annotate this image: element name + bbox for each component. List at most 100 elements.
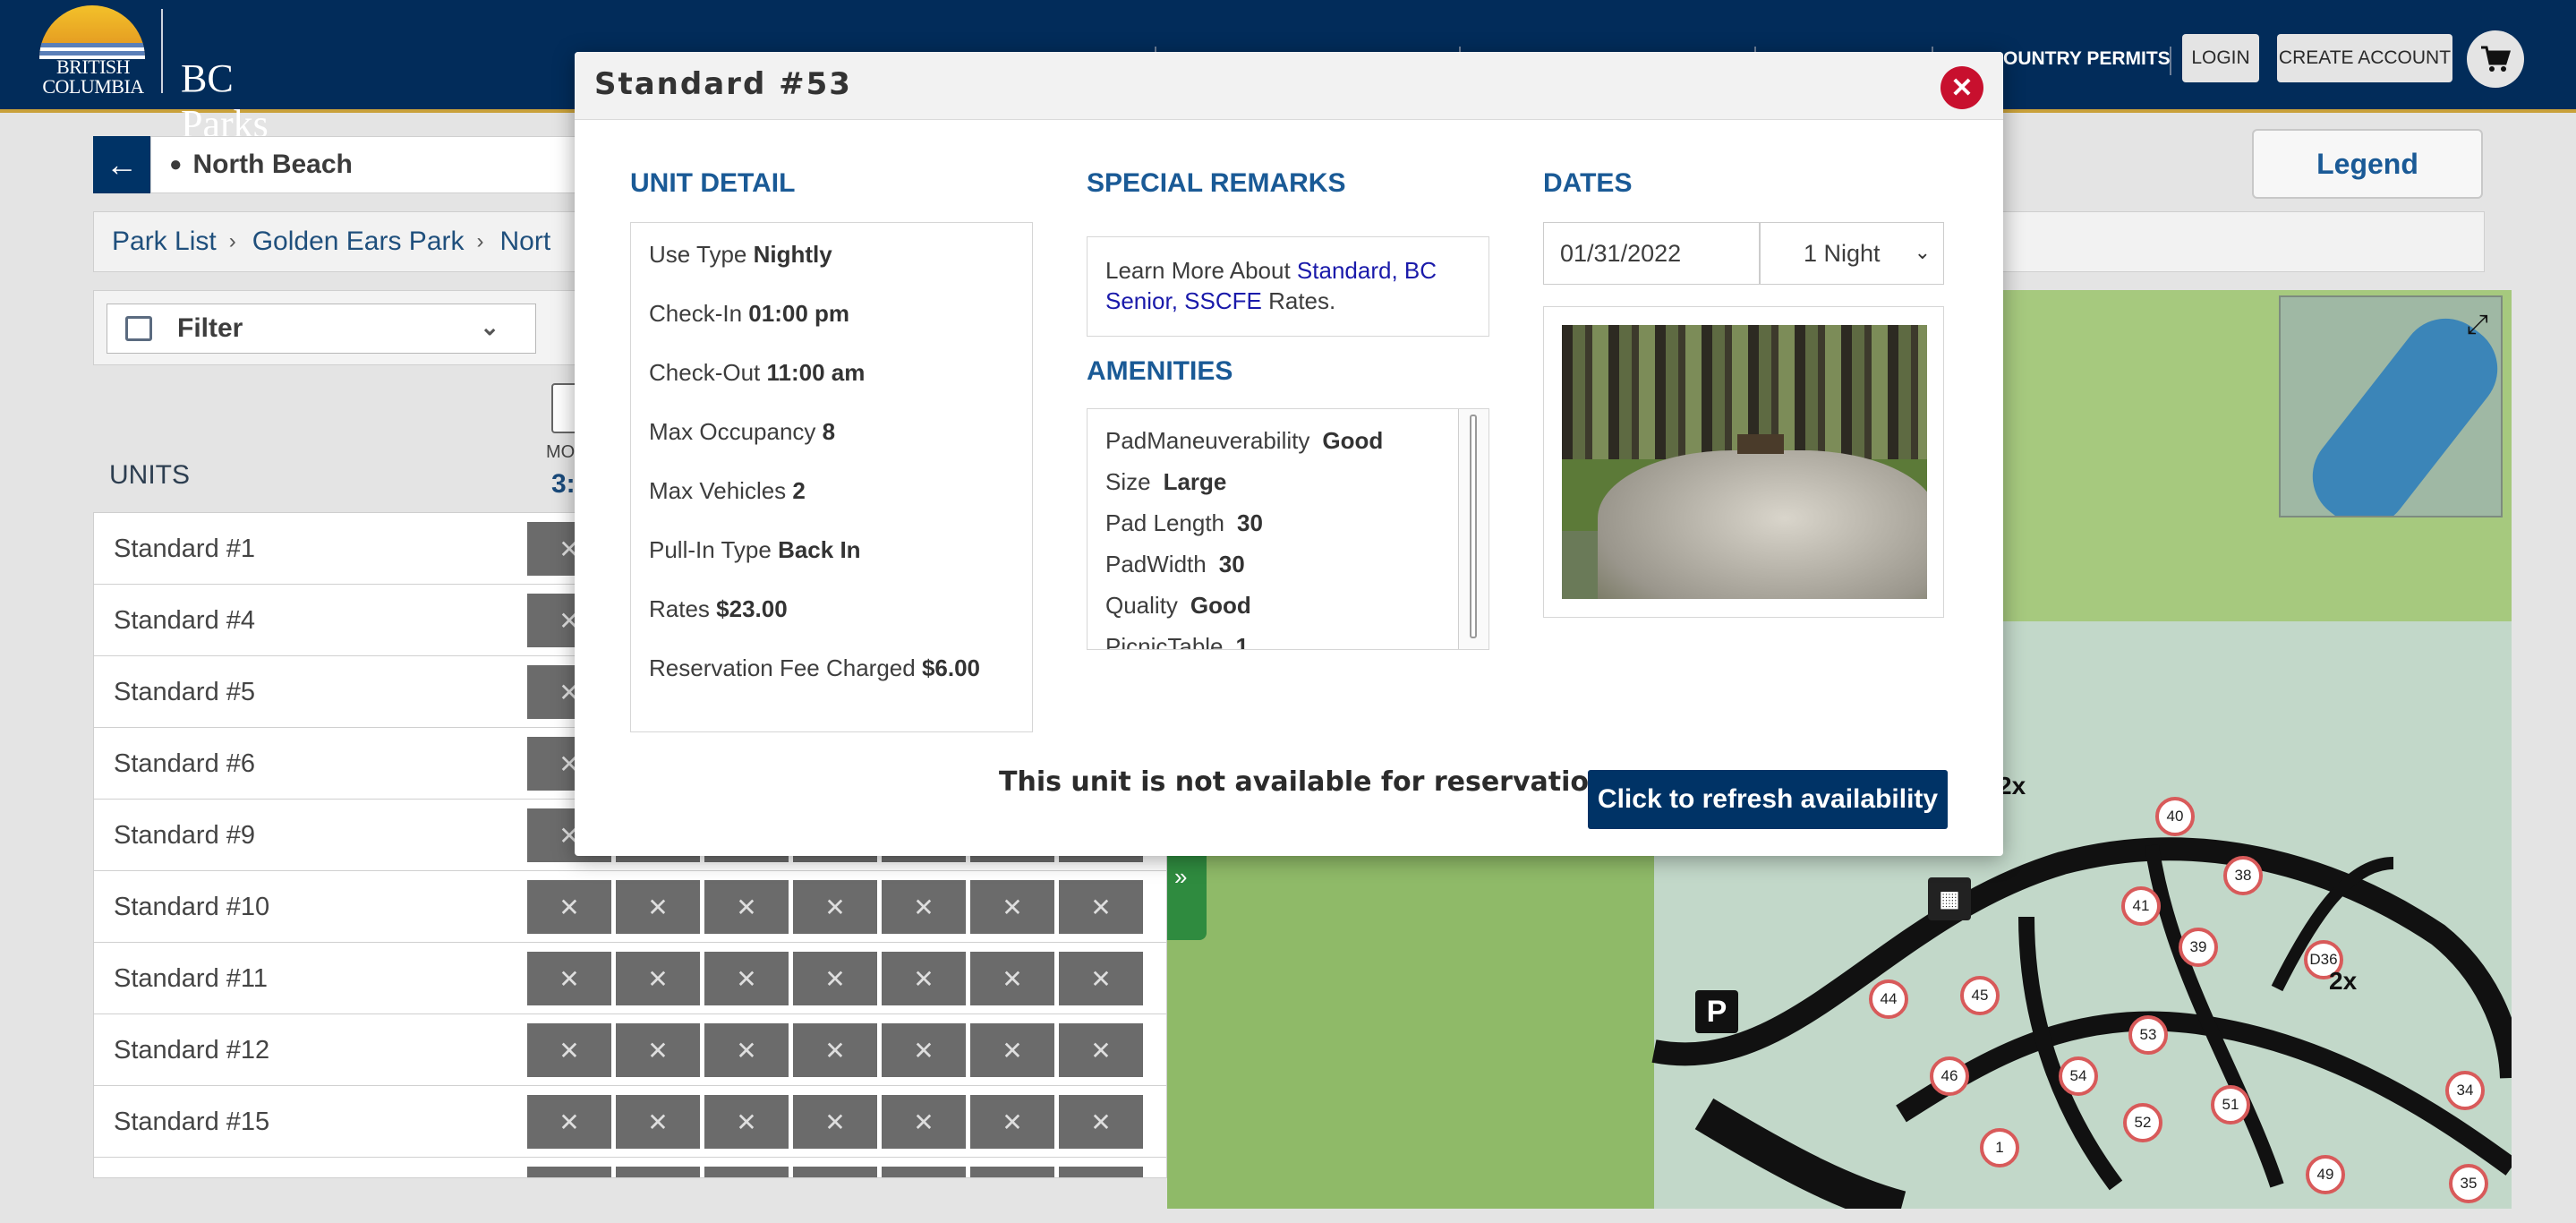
site-marker[interactable]: 39 — [2179, 928, 2218, 967]
availability-cell[interactable]: ✕ — [793, 1095, 877, 1149]
availability-cell[interactable]: ✕ — [1059, 1023, 1143, 1077]
filter-dropdown[interactable]: Filter ⌄ — [107, 304, 536, 354]
unit-name[interactable]: Standard #10 — [114, 871, 269, 943]
scrollbar-thumb[interactable] — [1470, 415, 1477, 638]
availability-cell[interactable]: ✕ — [616, 952, 700, 1005]
unit-name[interactable]: Standard #9 — [114, 800, 255, 871]
detail-rates: Rates $23.00 — [649, 595, 788, 622]
availability-cells: ✕✕✕✕✕✕✕ — [527, 1095, 1147, 1149]
bc-parks-logo[interactable]: BRITISH COLUMBIA BC Parks — [27, 5, 313, 146]
site-marker[interactable]: 41 — [2121, 886, 2161, 926]
cart-button[interactable] — [2467, 30, 2524, 88]
availability-cell[interactable]: ✕ — [1059, 952, 1143, 1005]
refresh-availability-button[interactable]: Click to refresh availability — [1588, 770, 1948, 829]
overview-minimap[interactable]: ⤢ — [2279, 295, 2503, 517]
availability-cell[interactable]: ✕ — [793, 1167, 877, 1177]
amenities-list[interactable]: PadManeuverability Good Size Large Pad Len… — [1087, 408, 1489, 650]
availability-cell[interactable]: ✕ — [970, 1095, 1054, 1149]
detail-check-out: Check-Out 11:00 am — [649, 359, 866, 386]
availability-cell[interactable]: ✕ — [527, 952, 611, 1005]
site-marker[interactable]: 1 — [1980, 1128, 2019, 1167]
availability-cell[interactable]: ✕ — [882, 1095, 966, 1149]
table-row[interactable]: Standard #10 ✕ ✕ ✕ ✕ ✕ ✕ ✕ — [94, 871, 1166, 943]
breadcrumb-north-beach[interactable]: Nort — [500, 227, 551, 257]
availability-cell[interactable]: ✕ — [527, 1167, 611, 1177]
back-button[interactable]: ← — [93, 136, 150, 193]
availability-cell[interactable]: ✕ — [970, 952, 1054, 1005]
availability-cell[interactable]: ✕ — [527, 1095, 611, 1149]
availability-cell[interactable]: ✕ — [704, 1167, 789, 1177]
table-row[interactable]: ✕ ✕ ✕ ✕ ✕ ✕ ✕ — [94, 1158, 1166, 1177]
units-header: UNITS — [109, 460, 190, 490]
availability-cell[interactable]: ✕ — [793, 1023, 877, 1077]
table-row[interactable]: Standard #11 ✕ ✕ ✕ ✕ ✕ ✕ ✕ — [94, 943, 1166, 1014]
site-marker[interactable]: 35 — [2449, 1164, 2488, 1203]
site-marker[interactable]: 40 — [2155, 797, 2195, 836]
availability-cell[interactable]: ✕ — [882, 880, 966, 934]
map-pin-icon: ● — [169, 152, 183, 176]
collapse-list-button[interactable]: » — [1167, 845, 1207, 940]
availability-cell[interactable]: ✕ — [527, 1023, 611, 1077]
amenities-title: AMENITIES — [1087, 356, 1233, 386]
site-marker[interactable]: 38 — [2223, 856, 2263, 895]
logo-divider — [161, 9, 163, 93]
fullscreen-icon[interactable]: ⤢ — [2467, 310, 2488, 340]
availability-cell[interactable]: ✕ — [793, 952, 877, 1005]
close-button[interactable]: ✕ — [1941, 66, 1983, 109]
sun-logo-icon — [39, 5, 145, 59]
bc-parks-wordmark: BC Parks — [181, 56, 269, 146]
availability-cell[interactable]: ✕ — [616, 1095, 700, 1149]
unit-name[interactable]: Standard #1 — [114, 513, 255, 585]
availability-cell[interactable]: ✕ — [704, 880, 789, 934]
unit-name[interactable]: Standard #4 — [114, 585, 255, 656]
availability-cell[interactable]: ✕ — [970, 1023, 1054, 1077]
availability-cell[interactable]: ✕ — [704, 952, 789, 1005]
availability-cell[interactable]: ✕ — [882, 952, 966, 1005]
detail-use-type: Use Type Nightly — [649, 241, 832, 268]
unit-name[interactable]: Standard #6 — [114, 728, 255, 800]
site-marker[interactable]: 54 — [2059, 1056, 2098, 1096]
create-account-button[interactable]: CREATE ACCOUNT — [2277, 34, 2452, 82]
breadcrumb-golden-ears-park[interactable]: Golden Ears Park — [252, 227, 465, 257]
table-row[interactable]: Standard #15 ✕ ✕ ✕ ✕ ✕ ✕ ✕ — [94, 1086, 1166, 1158]
modal-title: Standard #53 — [594, 66, 852, 102]
site-marker[interactable]: 53 — [2128, 1015, 2168, 1055]
availability-cell[interactable]: ✕ — [616, 880, 700, 934]
availability-cell[interactable]: ✕ — [1059, 1095, 1143, 1149]
detail-reservation-fee: Reservation Fee Charged $6.00 — [649, 654, 981, 681]
amenity-row: PicnicTable 1 — [1105, 633, 1249, 650]
availability-cell[interactable]: ✕ — [527, 880, 611, 934]
unit-name[interactable]: Standard #15 — [114, 1086, 269, 1158]
site-marker[interactable]: 45 — [1960, 976, 2000, 1015]
availability-cell[interactable]: ✕ — [616, 1023, 700, 1077]
unit-name[interactable]: Standard #11 — [114, 943, 268, 1014]
availability-cell[interactable]: ✕ — [704, 1023, 789, 1077]
login-button[interactable]: LOGIN — [2182, 34, 2259, 82]
amenities-scrollbar[interactable] — [1458, 409, 1488, 649]
availability-cell[interactable]: ✕ — [882, 1167, 966, 1177]
site-marker[interactable]: 46 — [1930, 1056, 1969, 1096]
site-marker[interactable]: 51 — [2211, 1085, 2250, 1125]
unit-name[interactable]: Standard #5 — [114, 656, 255, 728]
availability-cell[interactable]: ✕ — [1059, 880, 1143, 934]
site-marker[interactable]: 49 — [2306, 1155, 2345, 1194]
site-marker[interactable]: 52 — [2123, 1103, 2162, 1142]
availability-cell[interactable]: ✕ — [1059, 1167, 1143, 1177]
unit-name[interactable]: Standard #12 — [114, 1014, 269, 1086]
nav-backcountry-permits[interactable]: OUNTRY PERMITS — [2003, 48, 2171, 70]
nights-select[interactable]: 1 Night ⌄ — [1760, 222, 1944, 285]
site-marker[interactable]: 44 — [1869, 979, 1908, 1019]
availability-cell[interactable]: ✕ — [882, 1023, 966, 1077]
availability-cell[interactable]: ✕ — [704, 1095, 789, 1149]
availability-cell[interactable]: ✕ — [793, 880, 877, 934]
legend-button[interactable]: Legend — [2252, 129, 2483, 199]
campsite-photo — [1562, 325, 1927, 599]
availability-cell[interactable]: ✕ — [970, 880, 1054, 934]
arrival-date-input[interactable]: 01/31/2022 — [1543, 222, 1760, 285]
availability-cell[interactable]: ✕ — [616, 1167, 700, 1177]
availability-cells: ✕✕✕✕✕✕✕ — [527, 952, 1147, 1005]
site-marker[interactable]: 34 — [2445, 1071, 2485, 1110]
availability-cell[interactable]: ✕ — [970, 1167, 1054, 1177]
table-row[interactable]: Standard #12 ✕ ✕ ✕ ✕ ✕ ✕ ✕ — [94, 1014, 1166, 1086]
breadcrumb-park-list[interactable]: Park List — [112, 227, 217, 257]
